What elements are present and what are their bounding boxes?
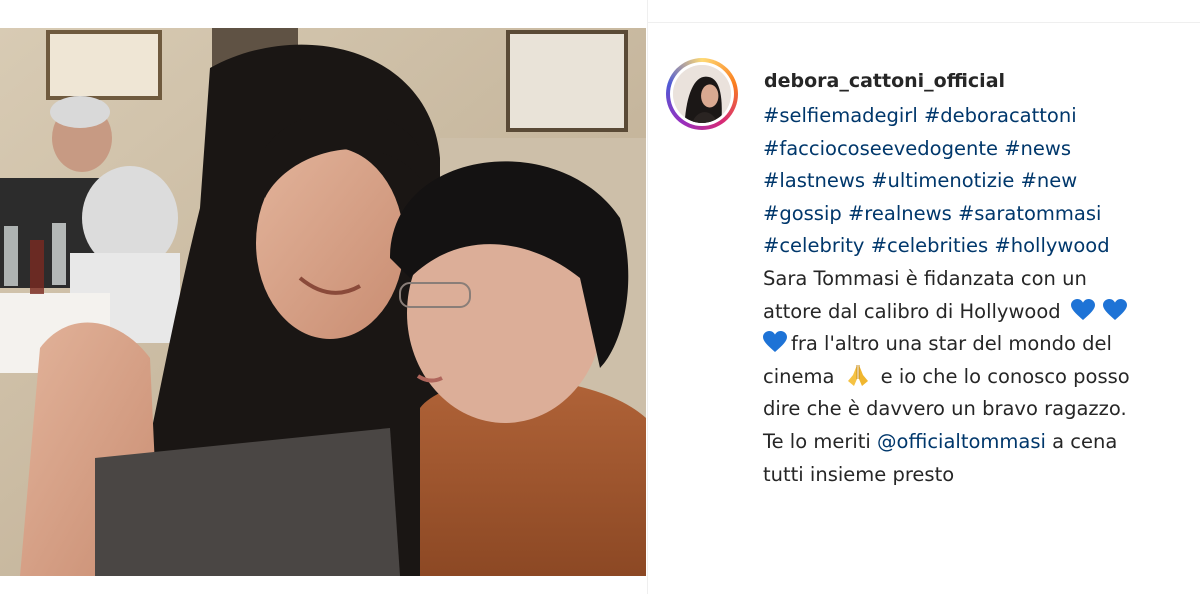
hashtag-link[interactable]: #celebrity	[763, 234, 864, 257]
caption-line: dire che è davvero un bravo ragazzo.	[763, 397, 1127, 421]
caption-line: #facciocoseevedogente #news	[763, 133, 1193, 166]
caption-text-segment: cinema	[763, 364, 835, 388]
hashtag-link[interactable]: #facciocoseevedogente	[763, 137, 998, 160]
caption-line: fra l'altro una star del mondo del	[763, 328, 1193, 361]
hashtag-link[interactable]: #celebrities	[871, 234, 989, 257]
caption-line: Sara Tommasi è fidanzata con un	[763, 266, 1087, 290]
caption-line: #celebrity #celebrities #hollywood	[763, 230, 1193, 263]
caption-text: #selfiemadegirl #deboracattoni #faccioco…	[763, 100, 1193, 491]
mention-link[interactable]: @officialtommasi	[877, 430, 1046, 453]
caption-line: attore dal calibro di Hollywood	[763, 296, 1193, 329]
blue-heart-icon	[1070, 298, 1095, 321]
caption-line: #selfiemadegirl #deboracattoni	[763, 100, 1193, 133]
post-photo[interactable]	[0, 28, 646, 576]
caption-line: cinema e io che lo conosco posso	[763, 361, 1193, 394]
username-link[interactable]: debora_cattoni_official	[764, 70, 1005, 92]
caption-line: #lastnews #ultimenotizie #new	[763, 165, 1193, 198]
caption-line: Te lo meriti @officialtommasi a cena	[763, 426, 1193, 459]
divider	[648, 22, 1200, 23]
hashtag-link[interactable]: #gossip	[763, 202, 842, 225]
photo-image	[0, 28, 646, 576]
hashtag-link[interactable]: #deboracattoni	[924, 104, 1077, 127]
caption-text-segment: attore dal calibro di Hollywood	[763, 299, 1061, 323]
hashtag-link[interactable]: #saratommasi	[958, 202, 1102, 225]
blue-heart-icon	[763, 331, 787, 353]
avatar-photo	[673, 65, 731, 123]
hashtag-link[interactable]: #ultimenotizie	[871, 169, 1014, 192]
hashtag-link[interactable]: #hollywood	[994, 234, 1109, 257]
hashtag-link[interactable]: #news	[1004, 137, 1071, 160]
hashtag-link[interactable]: #selfiemadegirl	[763, 104, 918, 127]
hashtag-link[interactable]: #new	[1021, 169, 1078, 192]
hashtag-link[interactable]: #lastnews	[763, 169, 865, 192]
folded-hands-icon	[845, 363, 871, 387]
blue-heart-icon	[1102, 298, 1127, 321]
caption-line: tutti insieme presto	[763, 462, 955, 486]
caption-text-segment: fra l'altro una star del mondo del	[791, 332, 1112, 356]
hashtag-link[interactable]: #realnews	[848, 202, 952, 225]
caption-text-segment: Te lo meriti	[763, 429, 871, 453]
caption-text-segment: e io che lo conosco posso	[880, 364, 1130, 388]
profile-avatar[interactable]	[666, 58, 738, 130]
caption-line: #gossip #realnews #saratommasi	[763, 198, 1193, 231]
caption-text-segment: a cena	[1052, 429, 1118, 453]
